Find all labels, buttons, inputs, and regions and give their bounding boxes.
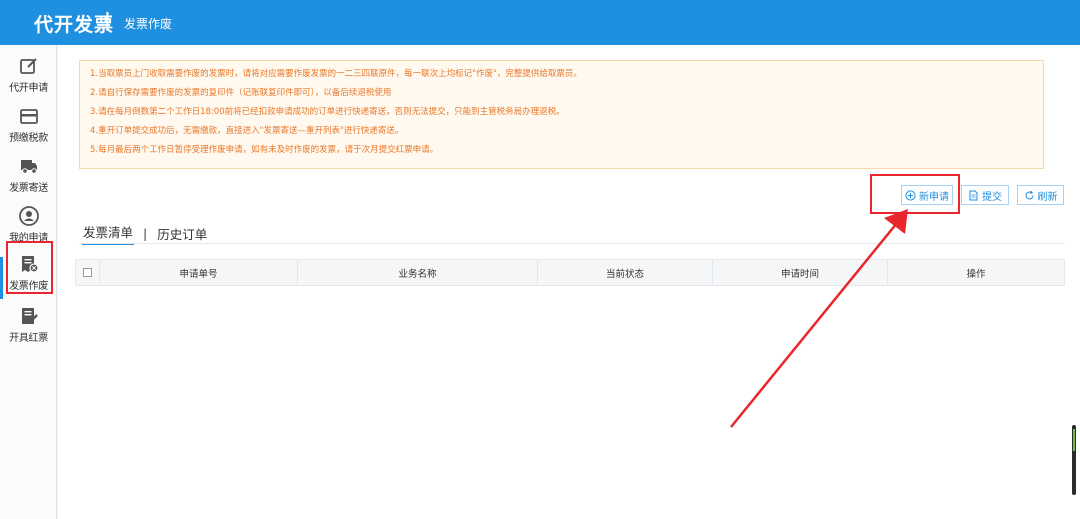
column-header-apply-time: 申请时间: [713, 260, 888, 285]
refresh-icon: [1025, 190, 1033, 199]
sidebar-item-void-invoice[interactable]: 发票作废: [0, 253, 57, 303]
new-application-button[interactable]: 新申请: [901, 185, 953, 205]
main-content: 1.当取票员上门收取需要作废的发票时，请将对应需要作废发票的一二三四联原件，每一…: [58, 45, 1080, 519]
refresh-button[interactable]: 刷新: [1017, 185, 1064, 205]
top-bar: 代开发票 | 发票作废: [0, 0, 1080, 45]
sidebar-item-label: 开具红票: [9, 333, 48, 344]
column-header-application-no: 申请单号: [100, 260, 298, 285]
notice-line: 2.请自行保存需要作废的发票的复印件（记账联复印件即可），以备后续退税使用: [90, 88, 392, 98]
new-application-label: 新申请: [919, 191, 949, 203]
sidebar-item-my-applications[interactable]: 我的申请: [0, 205, 57, 255]
sidebar: 代开申请 预缴税款 发票寄送 我的申请 发票作废 开具红票: [0, 45, 57, 519]
sidebar-item-label: 发票寄送: [9, 183, 48, 194]
notice-box: 1.当取票员上门收取需要作废的发票时，请将对应需要作废发票的一二三四联原件，每一…: [79, 60, 1044, 169]
edit-icon: [19, 58, 37, 74]
user-icon: [18, 206, 39, 226]
submit-label: 提交: [982, 191, 1002, 203]
sidebar-item-red-invoice[interactable]: 开具红票: [0, 305, 57, 355]
invoice-table-header: 申请单号 业务名称 当前状态 申请时间 操作: [75, 259, 1065, 286]
notice-line: 3.请在每月倒数第二个工作日18:00前将已经扣款申请成功的订单进行快递寄送，否…: [90, 107, 565, 117]
scroll-indicator: [1072, 425, 1076, 495]
sidebar-item-prepay[interactable]: 预缴税款: [0, 105, 57, 155]
column-header-status: 当前状态: [538, 260, 713, 285]
app-title: 代开发票: [34, 14, 115, 36]
void-invoice-icon: [21, 256, 39, 273]
document-icon: [969, 190, 978, 200]
sidebar-item-apply[interactable]: 代开申请: [0, 55, 57, 105]
sidebar-item-label: 代开申请: [9, 83, 48, 94]
plus-circle-icon: [905, 189, 916, 201]
sidebar-item-label: 发票作废: [9, 281, 48, 292]
truck-icon: [20, 160, 37, 174]
submit-button[interactable]: 提交: [961, 185, 1009, 205]
page-title: 发票作废: [124, 17, 173, 31]
notice-line: 4.重开订单提交成功后，无需缴款，直接进入"发票寄送—重开列表"进行快递寄送。: [90, 126, 404, 136]
refresh-label: 刷新: [1037, 191, 1058, 203]
tab-bar: 发票清单 | 历史订单: [82, 222, 208, 245]
sidebar-item-label: 我的申请: [9, 233, 48, 244]
red-invoice-icon: [21, 308, 38, 324]
tab-history-orders[interactable]: 历史订单: [156, 224, 208, 243]
card-icon: [19, 109, 38, 124]
tabs-divider: [79, 243, 1065, 244]
sidebar-item-label: 预缴税款: [9, 133, 48, 144]
select-all-checkbox[interactable]: [83, 268, 92, 277]
select-all-cell: [76, 260, 100, 285]
column-header-actions: 操作: [966, 268, 986, 280]
sidebar-item-delivery[interactable]: 发票寄送: [0, 155, 57, 205]
notice-line: 1.当取票员上门收取需要作废的发票时，请将对应需要作废发票的一二三四联原件，每一…: [90, 69, 582, 79]
notice-line: 5.每月最后两个工作日暂停受理作废申请，如有未及时作废的发票，请于次月提交红票申…: [90, 145, 439, 155]
tab-separator: |: [143, 225, 148, 241]
tab-invoice-list[interactable]: 发票清单: [82, 222, 135, 245]
title-separator: |: [104, 9, 111, 31]
column-header-business-name: 业务名称: [298, 260, 538, 285]
